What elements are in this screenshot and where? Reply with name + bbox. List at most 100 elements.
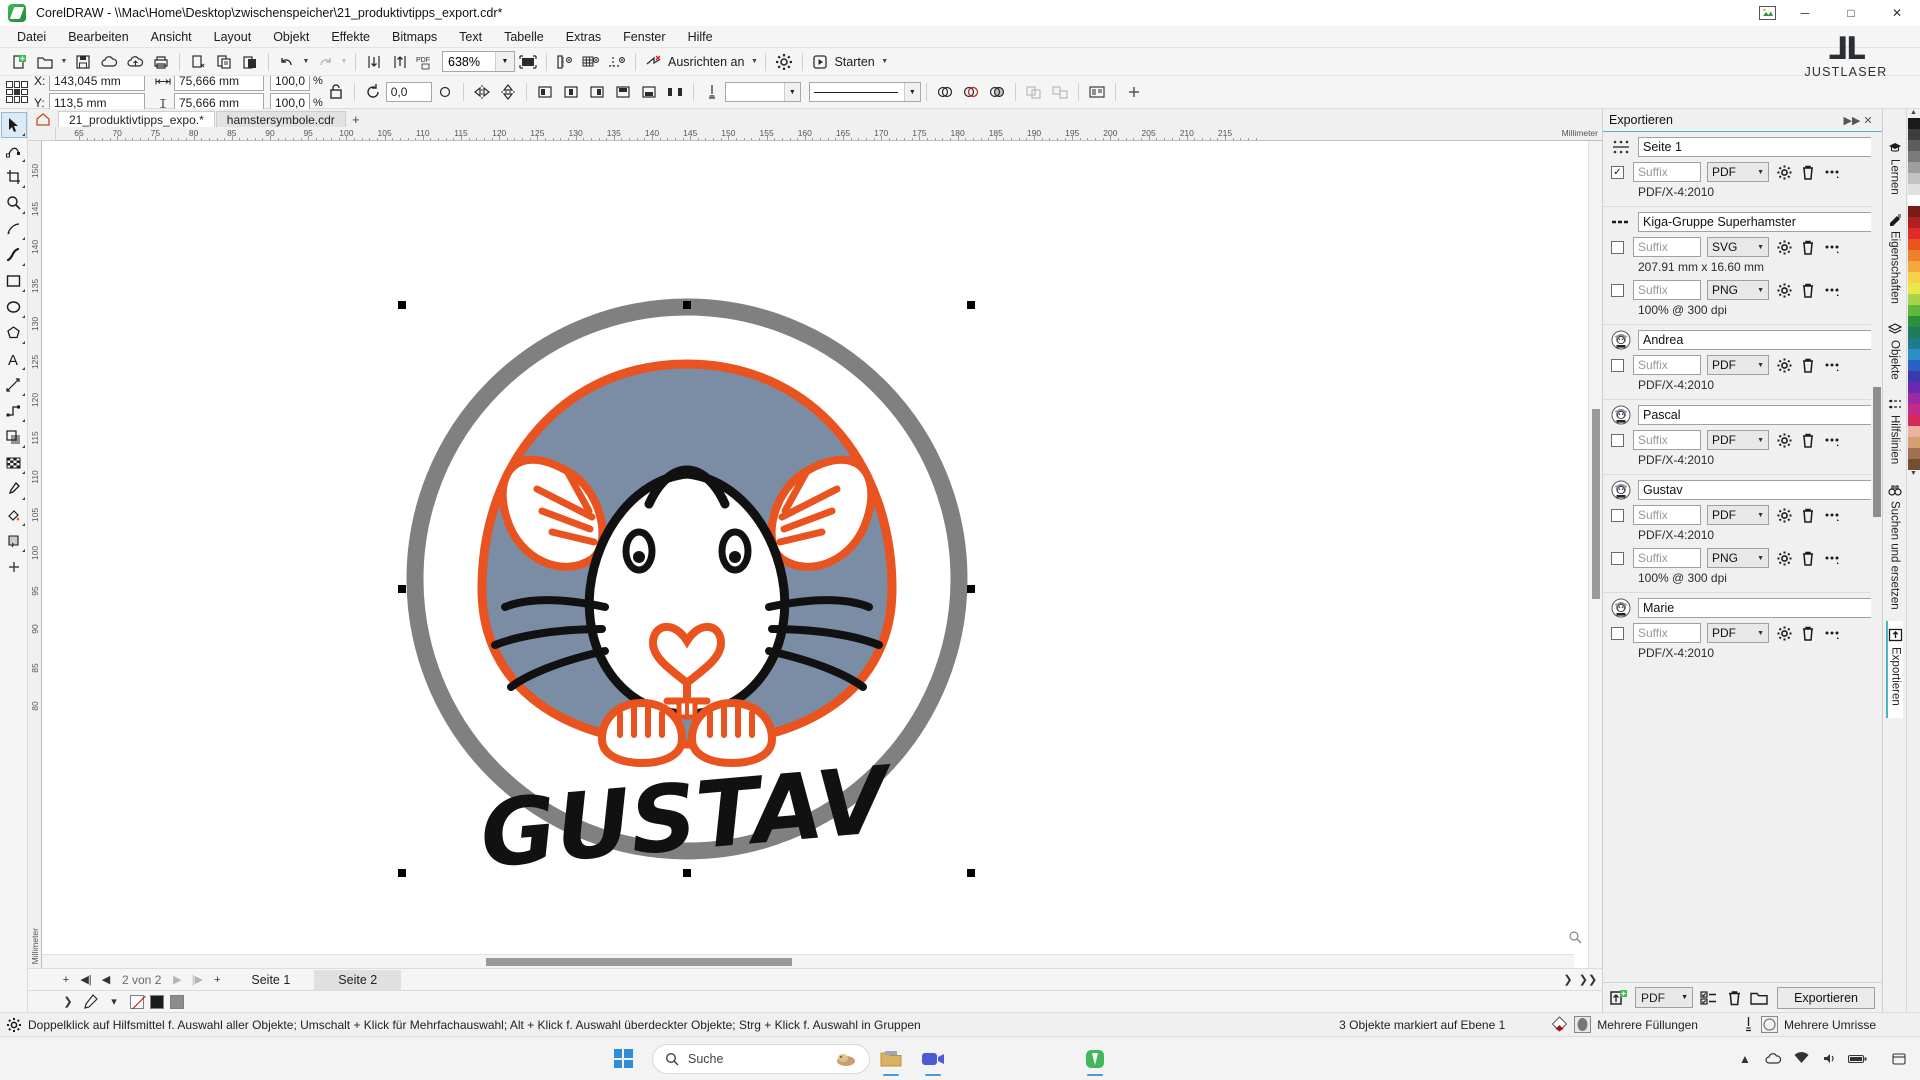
- prev-page-button[interactable]: ◀: [96, 970, 116, 990]
- tool-polygon[interactable]: [2, 321, 26, 345]
- export-format-select[interactable]: PNG▼: [1707, 280, 1769, 300]
- zoom-level-combo[interactable]: ▼: [442, 51, 515, 72]
- selection-handle-mr[interactable]: [967, 585, 975, 593]
- close-docker-icon[interactable]: ✕: [1860, 110, 1876, 130]
- copilot-icon[interactable]: [835, 1050, 857, 1068]
- copy-icon[interactable]: [211, 50, 237, 74]
- vertical-scroll-thumb[interactable]: [1592, 409, 1600, 599]
- tray-network-icon[interactable]: [1788, 1044, 1814, 1074]
- export-settings-gear-icon[interactable]: [1775, 237, 1793, 257]
- black-fill-swatch[interactable]: [150, 995, 164, 1009]
- export-delete-icon[interactable]: [1799, 548, 1817, 568]
- new-document-icon[interactable]: [6, 50, 32, 74]
- selection-handle-bl[interactable]: [398, 869, 406, 877]
- collapse-docker-icon[interactable]: ▶▶: [1844, 110, 1860, 130]
- palette-swatch[interactable]: [1908, 118, 1920, 129]
- palette-swatch[interactable]: [1908, 129, 1920, 140]
- zoom-level-input[interactable]: [443, 52, 495, 71]
- export-delete-icon[interactable]: [1799, 280, 1817, 300]
- rotation-input[interactable]: 0,0: [386, 82, 432, 102]
- palette-scroll-up-icon[interactable]: ▲: [1910, 109, 1917, 118]
- export-format-select[interactable]: PDF▼: [1707, 162, 1769, 182]
- tool-color-eyedropper[interactable]: [2, 477, 26, 501]
- palette-swatch[interactable]: [1908, 393, 1920, 404]
- palette-swatch[interactable]: [1908, 294, 1920, 305]
- export-format-select[interactable]: SVG▼: [1707, 237, 1769, 257]
- menu-extras[interactable]: Extras: [555, 28, 612, 46]
- selection-handle-tc[interactable]: [683, 301, 691, 309]
- selection-handle-ml[interactable]: [398, 585, 406, 593]
- export-name-gustav[interactable]: Gustav: [1638, 480, 1872, 500]
- export-more-options-icon[interactable]: [1823, 548, 1841, 568]
- export-row-checkbox[interactable]: [1611, 359, 1624, 372]
- show-guidelines-icon[interactable]: [604, 50, 630, 74]
- align-right-icon[interactable]: [584, 80, 610, 104]
- vdock-item-lernen[interactable]: Lernen: [1888, 135, 1902, 207]
- palette-swatch[interactable]: [1908, 239, 1920, 250]
- palette-swatch[interactable]: [1908, 206, 1920, 217]
- palette-swatch[interactable]: [1908, 272, 1920, 283]
- chevron-down-icon[interactable]: ▼: [1757, 169, 1764, 176]
- tool-freehand[interactable]: [2, 217, 26, 241]
- palette-swatch[interactable]: [1908, 283, 1920, 294]
- export-more-options-icon[interactable]: [1823, 237, 1841, 257]
- export-settings-gear-icon[interactable]: [1775, 548, 1793, 568]
- palette-swatch[interactable]: [1908, 217, 1920, 228]
- docker-scrollbar[interactable]: [1871, 132, 1882, 982]
- canvas-zoom-icon[interactable]: [1568, 930, 1582, 944]
- start-dropdown-icon[interactable]: ▼: [879, 50, 891, 74]
- cloud-upload-icon[interactable]: [122, 50, 148, 74]
- export-delete-icon[interactable]: [1799, 237, 1817, 257]
- tray-onedrive-icon[interactable]: [1760, 1044, 1786, 1074]
- taskbar-search[interactable]: Suche: [652, 1044, 870, 1074]
- cloud-save-icon[interactable]: [96, 50, 122, 74]
- add-page-end-button[interactable]: +: [207, 970, 227, 990]
- menu-objekt[interactable]: Objekt: [262, 28, 320, 46]
- align-bottom-icon[interactable]: [636, 80, 662, 104]
- chevron-down-icon[interactable]: ▼: [1757, 437, 1764, 444]
- add-document-tab-button[interactable]: +: [347, 111, 365, 127]
- undo-icon[interactable]: [274, 50, 300, 74]
- distribute-icon[interactable]: [662, 80, 688, 104]
- export-settings-gear-icon[interactable]: [1775, 430, 1793, 450]
- selection-handle-br[interactable]: [967, 869, 975, 877]
- export-format-select[interactable]: PDF▼: [1707, 505, 1769, 525]
- palette-swatch[interactable]: [1908, 426, 1920, 437]
- tool-add-toolbox[interactable]: [2, 555, 26, 579]
- palette-swatch[interactable]: [1908, 250, 1920, 261]
- browse-folder-icon[interactable]: [1750, 988, 1768, 1008]
- mirror-vertical-icon[interactable]: [495, 80, 521, 104]
- publish-pdf-icon[interactable]: PDF: [413, 50, 439, 74]
- cut-icon[interactable]: [185, 50, 211, 74]
- palette-swatch[interactable]: [1908, 338, 1920, 349]
- save-icon[interactable]: [70, 50, 96, 74]
- trim-icon[interactable]: [958, 80, 984, 104]
- horizontal-scroll-thumb[interactable]: [486, 958, 792, 966]
- export-row-checkbox[interactable]: [1611, 434, 1624, 447]
- tool-transparency[interactable]: [2, 451, 26, 475]
- tool-text[interactable]: A: [2, 347, 26, 371]
- palette-swatch[interactable]: [1908, 228, 1920, 239]
- next-page-button[interactable]: ▶: [167, 970, 187, 990]
- palette-swatch[interactable]: [1908, 415, 1920, 426]
- export-more-options-icon[interactable]: [1823, 430, 1841, 450]
- menu-layout[interactable]: Layout: [203, 28, 263, 46]
- docker-scroll-thumb[interactable]: [1873, 387, 1881, 517]
- export-name-marie[interactable]: Marie: [1638, 598, 1872, 618]
- align-center-icon[interactable]: [558, 80, 584, 104]
- add-property-icon[interactable]: [1121, 80, 1147, 104]
- snap-to-button[interactable]: Ausrichten an: [641, 50, 748, 74]
- tool-dimension[interactable]: [2, 373, 26, 397]
- export-suffix-input[interactable]: Suffix: [1633, 548, 1701, 568]
- export-row-checkbox[interactable]: [1611, 627, 1624, 640]
- add-export-icon[interactable]: [1610, 988, 1628, 1008]
- vertical-ruler[interactable]: Millimeter 15014514013513012512011511010…: [28, 141, 42, 968]
- export-suffix-input[interactable]: Suffix: [1633, 430, 1701, 450]
- no-fill-swatch[interactable]: [130, 995, 144, 1009]
- export-suffix-input[interactable]: Suffix: [1633, 505, 1701, 525]
- canvas[interactable]: GUSTAV: [42, 141, 1588, 968]
- share-icon[interactable]: [1752, 0, 1782, 26]
- palette-swatch[interactable]: [1908, 151, 1920, 162]
- palette-swatch[interactable]: [1908, 459, 1920, 470]
- palette-swatch[interactable]: [1908, 437, 1920, 448]
